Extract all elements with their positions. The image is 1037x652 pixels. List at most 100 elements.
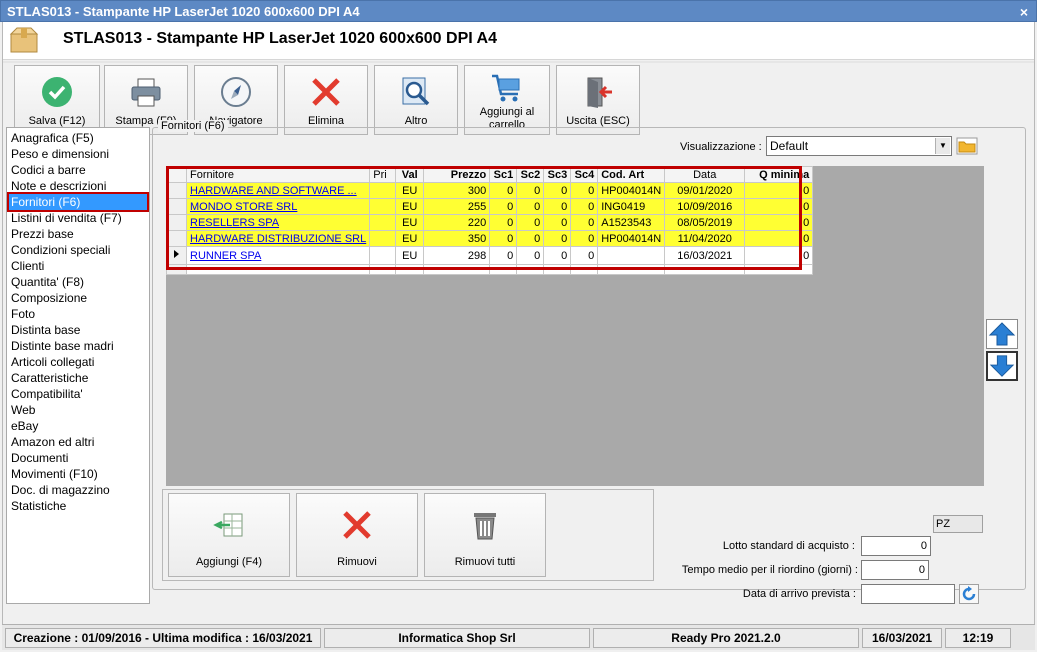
supplier-cell[interactable]: HARDWARE DISTRIBUZIONE SRL (185, 230, 371, 247)
grid-cell[interactable]: 0 (744, 182, 814, 199)
grid-cell[interactable]: EU (395, 214, 425, 231)
column-header[interactable]: Fornitore (185, 166, 371, 183)
move-up-button[interactable] (986, 319, 1018, 349)
grid-cell[interactable]: HP004014N (597, 182, 666, 199)
grid-cell[interactable]: 0 (570, 182, 599, 199)
nav-item[interactable]: Documenti (7, 450, 149, 466)
grid-cell[interactable]: 0 (543, 230, 572, 247)
nav-item[interactable]: eBay (7, 418, 149, 434)
grid-cell[interactable]: EU (395, 198, 425, 215)
grid-cell[interactable]: 0 (543, 246, 572, 265)
grid-cell[interactable]: 298 (423, 246, 491, 265)
exit-button[interactable]: Uscita (ESC) (556, 65, 640, 135)
grid-cell[interactable]: 220 (423, 214, 491, 231)
grid-cell[interactable]: 08/05/2019 (664, 214, 746, 231)
nav-item[interactable]: Caratteristiche (7, 370, 149, 386)
grid-cell[interactable]: 0 (489, 214, 518, 231)
nav-item[interactable]: Amazon ed altri (7, 434, 149, 450)
nav-item[interactable]: Distinte base madri (7, 338, 149, 354)
grid-cell[interactable] (369, 198, 397, 215)
grid-cell[interactable]: 0 (570, 214, 599, 231)
grid-cell[interactable]: 0 (744, 214, 814, 231)
lot-input[interactable]: 0 (861, 536, 931, 556)
nav-item[interactable]: Prezzi base (7, 226, 149, 242)
nav-item[interactable]: Web (7, 402, 149, 418)
grid-cell[interactable]: EU (395, 246, 425, 265)
grid-cell[interactable]: A1523543 (597, 214, 666, 231)
nav-item[interactable]: Anagrafica (F5) (7, 130, 149, 146)
folder-icon[interactable] (956, 136, 978, 156)
column-header[interactable]: Data (664, 166, 746, 183)
grid-cell[interactable] (369, 246, 397, 265)
column-header[interactable]: Sc2 (516, 166, 545, 183)
grid-cell[interactable]: 0 (516, 214, 545, 231)
table-row[interactable]: RESELLERS SPA EU 220 0 0 0 0 A1523543 08/05/2019… (166, 214, 814, 231)
grid-cell[interactable]: 0 (516, 246, 545, 265)
nav-item[interactable]: Condizioni speciali (7, 242, 149, 258)
view-select[interactable]: Default ▼ (766, 136, 952, 156)
grid-cell[interactable]: 0 (516, 230, 545, 247)
nav-item[interactable]: Distinta base (7, 322, 149, 338)
column-header[interactable]: Sc1 (489, 166, 518, 183)
grid-cell[interactable] (516, 264, 545, 275)
grid-cell[interactable] (423, 264, 491, 275)
grid-cell[interactable]: EU (395, 182, 425, 199)
nav-item[interactable]: Statistiche (7, 498, 149, 514)
grid-cell[interactable] (395, 264, 425, 275)
nav-item[interactable]: Doc. di magazzino (7, 482, 149, 498)
grid-cell[interactable]: 0 (489, 230, 518, 247)
grid-cell[interactable]: 0 (570, 246, 599, 265)
add-to-cart-button[interactable]: Aggiungi al carrello (464, 65, 550, 135)
grid-cell[interactable]: 0 (744, 198, 814, 215)
table-row[interactable]: HARDWARE DISTRIBUZIONE SRL EU 350 0 0 0 0 HP004… (166, 230, 814, 247)
remove-supplier-button[interactable]: Rimuovi (296, 493, 418, 577)
nav-item[interactable]: Quantita' (F8) (7, 274, 149, 290)
nav-item[interactable]: Foto (7, 306, 149, 322)
grid-cell[interactable] (664, 264, 746, 275)
grid-cell[interactable]: 0 (744, 246, 814, 265)
grid-cell[interactable] (166, 264, 187, 275)
grid-cell[interactable]: 350 (423, 230, 491, 247)
row-indicator[interactable] (166, 198, 187, 215)
new-row[interactable] (166, 264, 814, 275)
grid-cell[interactable]: 16/03/2021 (664, 246, 746, 265)
reorder-time-input[interactable]: 0 (861, 560, 929, 580)
grid-cell[interactable]: 0 (543, 214, 572, 231)
grid-cell[interactable]: 09/01/2020 (664, 182, 746, 199)
grid-cell[interactable]: 0 (489, 198, 518, 215)
nav-item[interactable]: Clienti (7, 258, 149, 274)
column-header[interactable]: Val (395, 166, 425, 183)
grid-cell[interactable] (369, 264, 397, 275)
column-header[interactable]: Q minima (744, 166, 814, 183)
grid-cell[interactable] (369, 182, 397, 199)
grid-cell[interactable]: 0 (543, 198, 572, 215)
row-indicator[interactable] (166, 182, 187, 199)
grid-cell[interactable]: 0 (489, 246, 518, 265)
supplier-cell[interactable]: MONDO STORE SRL (185, 198, 371, 215)
nav-item[interactable]: Fornitori (F6) (7, 192, 149, 212)
supplier-link[interactable]: RUNNER SPA (190, 250, 261, 262)
remove-all-button[interactable]: Rimuovi tutti (424, 493, 546, 577)
grid-cell[interactable]: 10/09/2016 (664, 198, 746, 215)
column-header[interactable]: Prezzo (423, 166, 491, 183)
table-row[interactable]: HARDWARE AND SOFTWARE ... EU 300 0 0 0 0 HP0040… (166, 182, 814, 199)
nav-item[interactable]: Movimenti (F10) (7, 466, 149, 482)
grid-cell[interactable] (543, 264, 572, 275)
grid-cell[interactable] (570, 264, 599, 275)
row-indicator[interactable] (166, 246, 187, 265)
add-supplier-button[interactable]: Aggiungi (F4) (168, 493, 290, 577)
grid-cell[interactable]: 0 (570, 198, 599, 215)
row-indicator[interactable] (166, 214, 187, 231)
grid-cell[interactable]: 0 (570, 230, 599, 247)
grid-cell[interactable] (597, 264, 666, 275)
arrival-date-input[interactable] (861, 584, 955, 604)
close-icon[interactable]: × (1020, 1, 1028, 23)
refresh-button[interactable] (959, 584, 979, 604)
grid-cell[interactable]: 300 (423, 182, 491, 199)
nav-item[interactable]: Codici a barre (7, 162, 149, 178)
supplier-cell[interactable]: HARDWARE AND SOFTWARE ... (185, 182, 371, 199)
grid-cell[interactable] (369, 214, 397, 231)
grid-cell[interactable]: ING0419 (597, 198, 666, 215)
grid-cell[interactable] (597, 246, 666, 265)
delete-button[interactable]: Elimina (284, 65, 368, 135)
